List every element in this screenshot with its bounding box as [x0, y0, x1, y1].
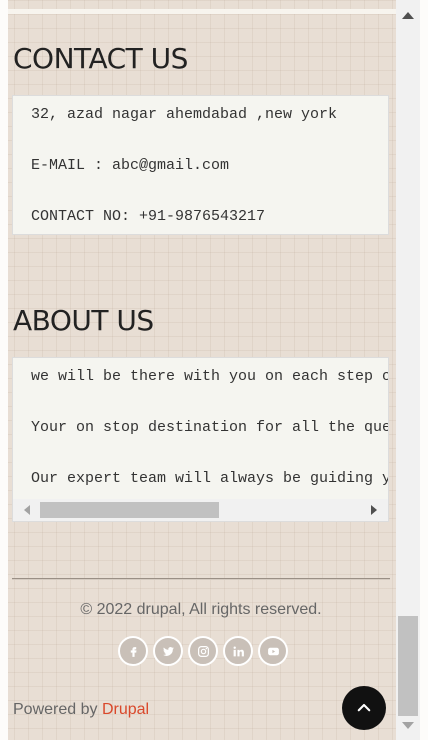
- powered-by-prefix: Powered by: [13, 701, 102, 718]
- contact-us-heading: CONTACT US: [13, 42, 188, 75]
- page-right-border: [420, 0, 428, 740]
- social-links: [118, 636, 288, 666]
- page-left-border: [0, 0, 8, 740]
- about-line-1: we will be there with you on each step o…: [31, 368, 389, 385]
- facebook-link[interactable]: [118, 636, 148, 666]
- about-us-heading: ABOUT US: [13, 304, 154, 337]
- about-line-2: Your on stop destination for all the que…: [31, 419, 389, 436]
- scroll-left-arrow-icon[interactable]: [24, 505, 30, 515]
- vertical-scrollbar[interactable]: [396, 0, 420, 740]
- scroll-up-arrow-icon[interactable]: [402, 12, 414, 19]
- footer-divider: [12, 578, 390, 580]
- contact-email: E-MAIL : abc@gmail.com: [31, 157, 230, 174]
- copyright-text: © 2022 drupal, All rights reserved.: [80, 601, 322, 618]
- instagram-link[interactable]: [188, 636, 218, 666]
- horizontal-scrollbar[interactable]: [13, 499, 388, 521]
- instagram-icon: [197, 645, 209, 657]
- twitter-icon: [162, 646, 174, 656]
- back-to-top-button[interactable]: [342, 686, 386, 730]
- contact-address: 32, azad nagar ahemdabad ,new york: [31, 106, 338, 123]
- drupal-link[interactable]: Drupal: [102, 701, 149, 718]
- page: CONTACT US 32, azad nagar ahemdabad ,new…: [0, 0, 396, 740]
- contact-details-box: 32, azad nagar ahemdabad ,new york E-MAI…: [12, 95, 389, 235]
- linkedin-icon: [233, 646, 244, 656]
- facebook-icon: [130, 646, 136, 657]
- contact-phone: CONTACT NO: +91-9876543217: [31, 208, 266, 225]
- linkedin-link[interactable]: [223, 636, 253, 666]
- vertical-scroll-thumb[interactable]: [398, 616, 418, 716]
- scroll-down-arrow-icon[interactable]: [402, 722, 414, 729]
- horizontal-scroll-thumb[interactable]: [40, 502, 219, 518]
- top-divider: [8, 9, 396, 14]
- chevron-up-icon: [357, 703, 371, 712]
- powered-by: Powered by Drupal: [13, 701, 149, 719]
- twitter-link[interactable]: [153, 636, 183, 666]
- youtube-icon: [267, 647, 279, 655]
- youtube-link[interactable]: [258, 636, 288, 666]
- about-us-box: we will be there with you on each step o…: [12, 357, 389, 522]
- about-line-3: Our expert team will always be guiding y…: [31, 470, 389, 487]
- scroll-right-arrow-icon[interactable]: [371, 505, 377, 515]
